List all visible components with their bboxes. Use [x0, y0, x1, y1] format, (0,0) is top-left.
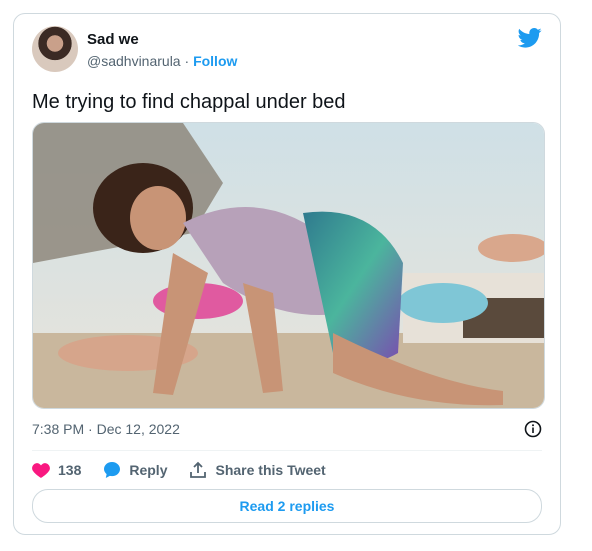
read-replies-button[interactable]: Read 2 replies	[32, 489, 542, 523]
separator: ·	[184, 53, 190, 69]
follow-link[interactable]: Follow	[193, 53, 237, 69]
user-handle[interactable]: @sadhvinarula	[87, 53, 181, 69]
share-icon	[190, 461, 207, 478]
like-action[interactable]: 138	[32, 462, 81, 478]
tweet-timestamp[interactable]: 7:38 PM · Dec 12, 2022	[32, 421, 180, 437]
divider	[32, 450, 542, 451]
heart-icon	[32, 463, 50, 478]
share-label: Share this Tweet	[215, 462, 326, 478]
reply-bubble-icon	[104, 462, 121, 478]
tweet-text: Me trying to find chappal under bed	[32, 91, 346, 113]
share-action[interactable]: Share this Tweet	[189, 461, 326, 479]
avatar[interactable]	[32, 26, 78, 72]
reply-label: Reply	[129, 462, 168, 478]
like-count: 138	[58, 462, 82, 478]
tweet-image[interactable]	[32, 122, 545, 409]
tweet-card: Sad we @sadhvinarula · Follow Me trying …	[13, 13, 561, 535]
action-bar: 138 Reply Share this Tweet	[32, 460, 348, 480]
twitter-bird-icon[interactable]	[518, 28, 542, 48]
handle-row: @sadhvinarula · Follow	[87, 53, 237, 69]
display-name[interactable]: Sad we	[87, 31, 139, 48]
reply-action[interactable]: Reply	[103, 461, 167, 479]
info-icon[interactable]	[524, 420, 542, 438]
beach-scene-illustration	[33, 123, 544, 408]
